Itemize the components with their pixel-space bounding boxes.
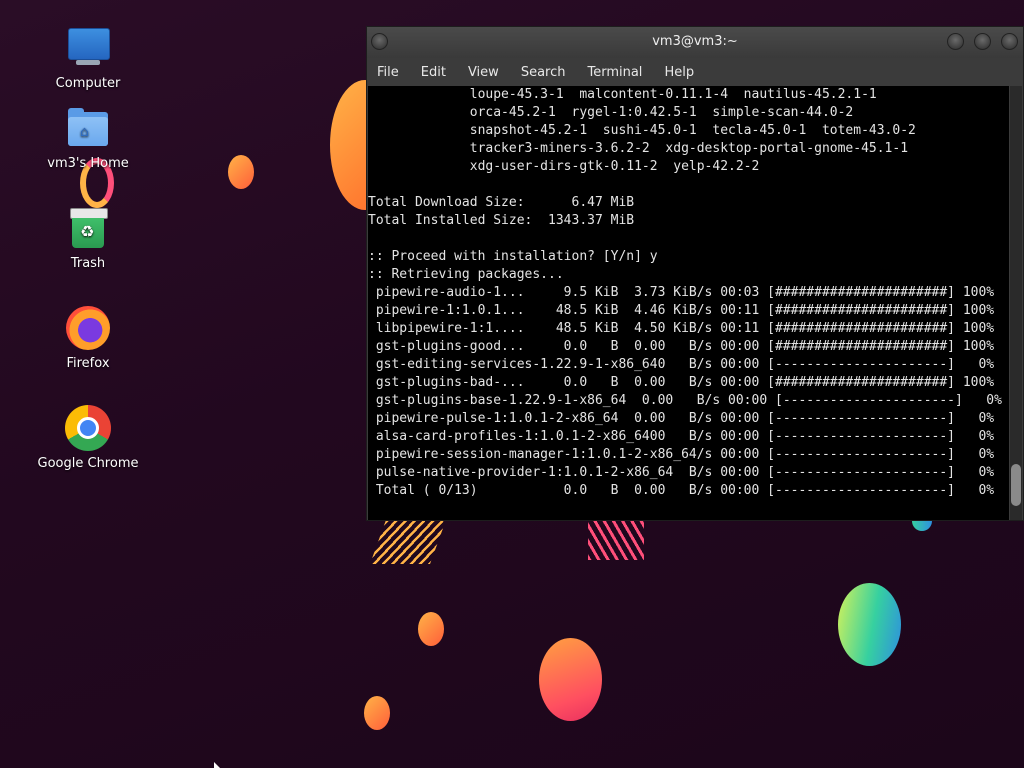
terminal-line: loupe-45.3-1 malcontent-0.11.1-4 nautilu… xyxy=(368,87,877,102)
terminal-line: xdg-user-dirs-gtk-0.11-2 yelp-42.2-2 xyxy=(368,159,760,174)
terminal-line: orca-45.2-1 rygel-1:0.42.5-1 simple-scan… xyxy=(368,105,854,120)
terminal-line: Total ( 0/13) 0.0 B 0.00 B/s 00:00 [----… xyxy=(368,483,995,498)
menu-edit[interactable]: Edit xyxy=(421,65,446,80)
desktop-icon-computer[interactable]: Computer xyxy=(28,24,148,91)
chrome-icon xyxy=(64,404,112,452)
menu-terminal[interactable]: Terminal xyxy=(587,65,642,80)
terminal-line: gst-plugins-base-1.22.9-1-x86_64 0.00 B/… xyxy=(368,393,1002,408)
minimize-button[interactable] xyxy=(947,33,964,50)
desktop-icon-label: vm3's Home xyxy=(47,156,129,171)
desktop-icon-trash[interactable]: ♻ Trash xyxy=(28,204,148,271)
home-folder-icon: ⌂ xyxy=(64,104,112,152)
terminal-line: tracker3-miners-3.6.2-2 xdg-desktop-port… xyxy=(368,141,909,156)
terminal-line: :: Proceed with installation? [Y/n] y xyxy=(368,249,658,264)
menu-view[interactable]: View xyxy=(468,65,499,80)
menu-file[interactable]: File xyxy=(377,65,399,80)
firefox-icon xyxy=(64,304,112,352)
terminal-line: alsa-card-profiles-1:1.0.1-2-x86_6400 B/… xyxy=(368,429,995,444)
mouse-pointer-icon xyxy=(214,762,220,768)
desktop-icon-firefox[interactable]: Firefox xyxy=(28,304,148,371)
terminal-line: gst-plugins-good... 0.0 B 0.00 B/s 00:00… xyxy=(368,339,995,354)
terminal-line: pipewire-session-manager-1:1.0.1-2-x86_6… xyxy=(368,447,995,462)
terminal-line: libpipewire-1:1.... 48.5 KiB 4.50 KiB/s … xyxy=(368,321,995,336)
close-button[interactable] xyxy=(1001,33,1018,50)
terminal-line: Total Download Size: 6.47 MiB xyxy=(368,195,635,210)
desktop-icon-label: Trash xyxy=(70,256,106,271)
menu-search[interactable]: Search xyxy=(521,65,566,80)
terminal-line: gst-editing-services-1.22.9-1-x86_640 B/… xyxy=(368,357,995,372)
terminal-scrollbar[interactable] xyxy=(1010,86,1022,520)
terminal-output[interactable]: loupe-45.3-1 malcontent-0.11.1-4 nautilu… xyxy=(368,86,1009,520)
window-title: vm3@vm3:~ xyxy=(652,34,738,49)
wallpaper-bubble xyxy=(418,612,444,646)
desktop-icon-home[interactable]: ⌂ vm3's Home xyxy=(28,104,148,171)
terminal-line: pulse-native-provider-1:1.0.1-2-x86_64 B… xyxy=(368,465,995,480)
wallpaper-bubble xyxy=(539,638,602,721)
terminal-line: :: Retrieving packages... xyxy=(368,267,564,282)
terminal-line: pipewire-audio-1... 9.5 KiB 3.73 KiB/s 0… xyxy=(368,285,995,300)
menu-help[interactable]: Help xyxy=(664,65,694,80)
maximize-button[interactable] xyxy=(974,33,991,50)
wallpaper-bubble xyxy=(364,696,390,730)
terminal-line: pipewire-pulse-1:1.0.1-2-x86_64 0.00 B/s… xyxy=(368,411,995,426)
wallpaper-streak xyxy=(588,520,644,560)
window-titlebar[interactable]: vm3@vm3:~ xyxy=(367,27,1023,58)
terminal-line: gst-plugins-bad-... 0.0 B 0.00 B/s 00:00… xyxy=(368,375,995,390)
terminal-line: Total Installed Size: 1343.37 MiB xyxy=(368,213,635,228)
wallpaper-bubble xyxy=(838,583,901,666)
trash-icon: ♻ xyxy=(64,204,112,252)
wallpaper-streak xyxy=(369,520,447,564)
desktop-icon-label: Firefox xyxy=(66,356,110,371)
scrollbar-thumb[interactable] xyxy=(1011,464,1021,506)
wallpaper-bubble xyxy=(228,155,254,189)
desktop-icon-chrome[interactable]: Google Chrome xyxy=(28,404,148,471)
desktop-icon-label: Google Chrome xyxy=(37,456,139,471)
desktop-icon-label: Computer xyxy=(55,76,121,91)
computer-icon xyxy=(64,24,112,72)
terminal-line: pipewire-1:1.0.1... 48.5 KiB 4.46 KiB/s … xyxy=(368,303,995,318)
terminal-text: loupe-45.3-1 malcontent-0.11.1-4 nautilu… xyxy=(368,86,1009,500)
menu-bar: File Edit View Search Terminal Help xyxy=(367,58,1023,86)
terminal-line: snapshot-45.2-1 sushi-45.0-1 tecla-45.0-… xyxy=(368,123,916,138)
terminal-window[interactable]: vm3@vm3:~ File Edit View Search Terminal… xyxy=(366,26,1024,521)
